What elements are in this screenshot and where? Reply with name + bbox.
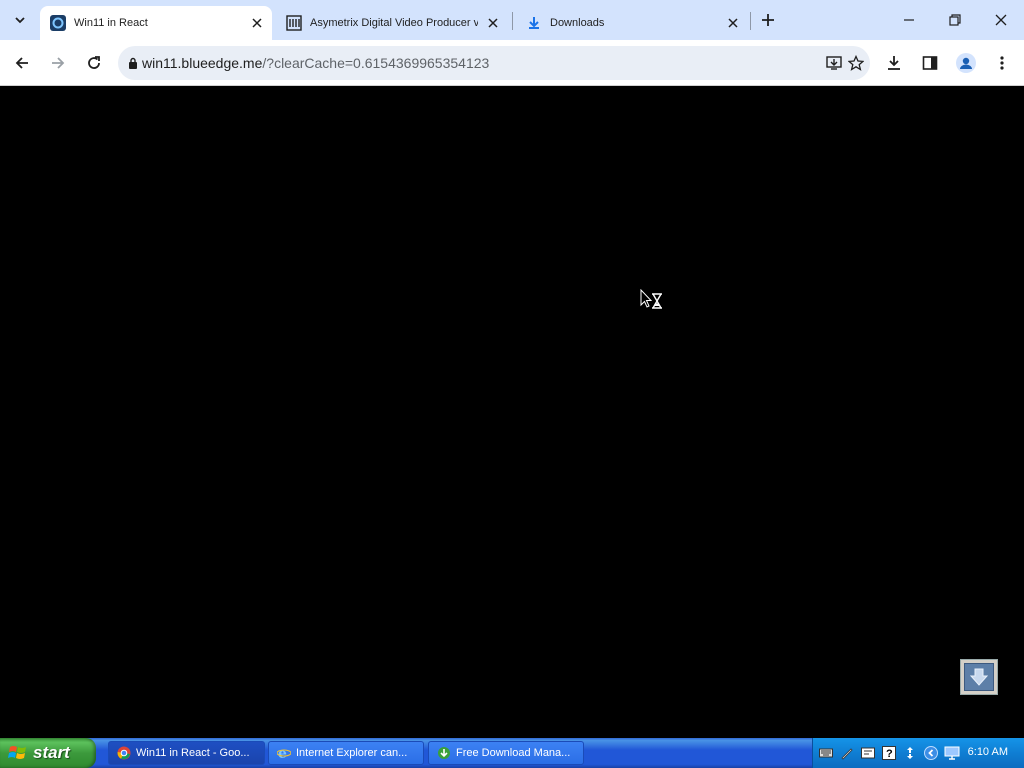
taskbar-item-label: Win11 in React - Goo... bbox=[136, 747, 250, 759]
down-arrow-icon bbox=[969, 668, 989, 686]
arrow-left-icon bbox=[15, 57, 28, 69]
taskbar-item-label: Internet Explorer can... bbox=[296, 747, 408, 759]
side-panel-icon bbox=[922, 56, 938, 70]
minimize-button[interactable] bbox=[886, 0, 932, 40]
start-button[interactable]: start bbox=[0, 738, 96, 768]
kebab-menu-icon bbox=[1000, 56, 1004, 70]
arrow-right-icon bbox=[52, 57, 65, 69]
taskbar: start Win11 in React - Goo... e Internet… bbox=[0, 738, 1024, 768]
menu-button[interactable] bbox=[988, 49, 1016, 77]
start-label: start bbox=[33, 743, 70, 762]
monitor-icon[interactable] bbox=[944, 745, 960, 761]
free-download-manager-icon bbox=[437, 746, 451, 760]
tab-title: Asymetrix Digital Video Producer v bbox=[310, 17, 478, 29]
profile-avatar-icon bbox=[956, 53, 976, 73]
url-host: win11.blueedge.me bbox=[142, 55, 263, 71]
tab-asymetrix[interactable]: Asymetrix Digital Video Producer v bbox=[276, 6, 508, 40]
profile-button[interactable] bbox=[952, 49, 980, 77]
restore-icon bbox=[949, 14, 961, 26]
taskbar-item-label: Free Download Mana... bbox=[456, 747, 571, 759]
win11-favicon-icon bbox=[50, 15, 66, 31]
new-tab-button[interactable] bbox=[756, 8, 780, 32]
forward-button[interactable] bbox=[44, 49, 72, 77]
taskbar-item-chrome[interactable]: Win11 in React - Goo... bbox=[108, 741, 265, 765]
internet-explorer-icon: e bbox=[277, 746, 291, 760]
chrome-icon bbox=[117, 746, 131, 760]
svg-text:?: ? bbox=[886, 748, 893, 760]
tab-strip: Win11 in React Asymetrix Digital Video P… bbox=[0, 0, 1024, 40]
page-content[interactable] bbox=[0, 87, 1024, 738]
reload-button[interactable] bbox=[80, 49, 108, 77]
tab-search-button[interactable] bbox=[6, 6, 34, 34]
show-hidden-icons-chevron-icon[interactable] bbox=[923, 745, 939, 761]
url-path: /?clearCache=0.6154369965354123 bbox=[262, 55, 490, 71]
download-icon bbox=[888, 56, 900, 70]
url-text[interactable]: win11.blueedge.me/?clearCache=0.61543699… bbox=[142, 55, 489, 71]
back-button[interactable] bbox=[8, 49, 36, 77]
reload-icon bbox=[88, 56, 100, 69]
taskbar-item-ie[interactable]: e Internet Explorer can... bbox=[268, 741, 424, 765]
bookmark-star-icon[interactable] bbox=[846, 53, 866, 73]
lock-icon[interactable] bbox=[126, 56, 140, 70]
network-arrows-icon[interactable] bbox=[902, 745, 918, 761]
tab-title: Win11 in React bbox=[74, 17, 148, 29]
language-bar-icon[interactable] bbox=[860, 745, 876, 761]
close-icon bbox=[995, 14, 1007, 26]
tab-close-icon[interactable] bbox=[484, 14, 502, 32]
install-app-icon[interactable] bbox=[824, 53, 844, 73]
tab-close-icon[interactable] bbox=[248, 14, 266, 32]
chevron-down-icon bbox=[15, 17, 25, 24]
taskbar-item-fdm[interactable]: Free Download Mana... bbox=[428, 741, 584, 765]
minimize-icon bbox=[904, 19, 914, 21]
address-bar[interactable]: win11.blueedge.me/?clearCache=0.61543699… bbox=[118, 46, 870, 80]
tab-close-icon[interactable] bbox=[724, 14, 742, 32]
plus-icon bbox=[762, 14, 774, 26]
svg-text:e: e bbox=[278, 746, 287, 760]
download-icon bbox=[526, 15, 542, 31]
system-tray: ? 6:10 AM bbox=[812, 738, 1024, 768]
keyboard-icon[interactable] bbox=[818, 745, 834, 761]
restore-button[interactable] bbox=[932, 0, 978, 40]
downloads-button[interactable] bbox=[880, 49, 908, 77]
busy-cursor-icon bbox=[640, 289, 662, 309]
browser-toolbar: win11.blueedge.me/?clearCache=0.61543699… bbox=[0, 40, 1024, 86]
tab-win11-in-react[interactable]: Win11 in React bbox=[40, 6, 272, 40]
fdm-download-button[interactable] bbox=[960, 659, 998, 695]
close-window-button[interactable] bbox=[978, 0, 1024, 40]
clock[interactable]: 6:10 AM bbox=[968, 746, 1008, 758]
tab-separator bbox=[512, 12, 513, 30]
windows-flag-icon bbox=[8, 746, 26, 759]
tab-title: Downloads bbox=[550, 17, 605, 29]
tab-downloads[interactable]: Downloads bbox=[516, 6, 748, 40]
help-icon[interactable]: ? bbox=[881, 745, 897, 761]
pen-tool-icon[interactable] bbox=[839, 745, 855, 761]
tab-separator bbox=[750, 12, 751, 30]
archive-building-icon bbox=[286, 15, 302, 31]
side-panel-button[interactable] bbox=[916, 49, 944, 77]
